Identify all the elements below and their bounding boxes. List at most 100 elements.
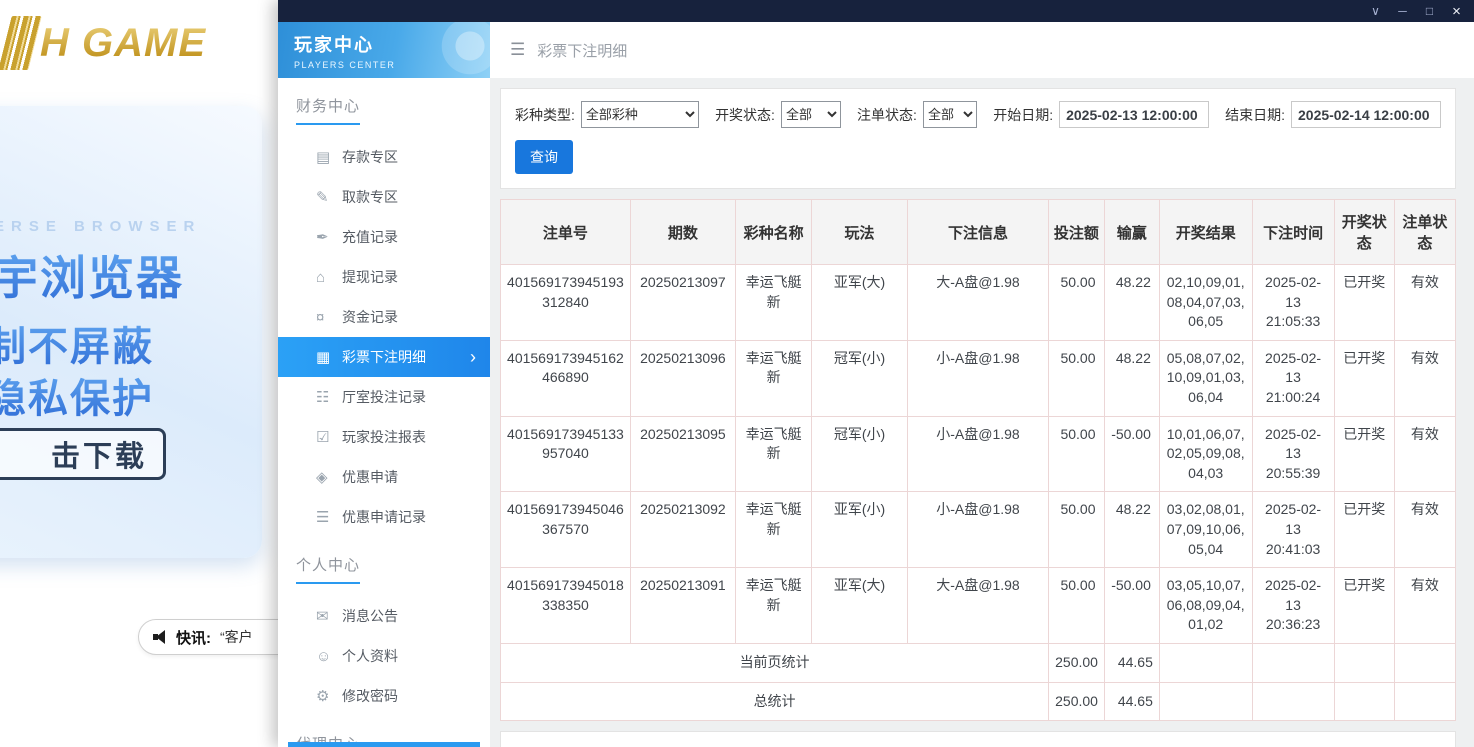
table-cell: 401569173945193312840	[501, 265, 631, 341]
filter-panel: 彩种类型: 全部彩种 开奖状态: 全部 注单状态: 全部 开始日期: 结束日期:…	[500, 88, 1456, 189]
download-button[interactable]: 击下载	[0, 428, 166, 480]
minimize-button[interactable]: ─	[1389, 0, 1416, 22]
chevron-right-icon: ›	[470, 347, 490, 368]
table-cell: 幸运飞艇新	[735, 340, 811, 416]
sidebar-item-label: 取款专区	[342, 187, 398, 207]
recharge-icon: ✒	[316, 228, 342, 246]
draw-status-select[interactable]: 全部	[781, 101, 841, 128]
content-scroll-area: 彩种类型: 全部彩种 开奖状态: 全部 注单状态: 全部 开始日期: 结束日期:…	[490, 78, 1474, 747]
nav-section-heading: 个人中心	[278, 537, 490, 584]
withdraw-pen-icon: ✎	[316, 188, 342, 206]
sidebar-nav: 财务中心▤存款专区✎取款专区✒充值记录⌂提现记录¤资金记录▦彩票下注明细›☷厅室…	[278, 78, 490, 747]
promo-record-icon: ☰	[316, 508, 342, 526]
table-cell: 50.00	[1049, 340, 1104, 416]
sidebar-subtitle: PLAYERS CENTER	[294, 60, 490, 70]
table-cell: 2025-02-13 20:55:39	[1252, 416, 1334, 492]
window-body: 玩家中心 PLAYERS CENTER 财务中心▤存款专区✎取款专区✒充值记录⌂…	[278, 22, 1474, 747]
promo-feature-2: 隐私保护	[0, 366, 154, 424]
sidebar-item-hall-bet-record[interactable]: ☷厅室投注记录	[278, 377, 490, 417]
sidebar-item-withdraw-zone[interactable]: ✎取款专区	[278, 177, 490, 217]
column-header: 期数	[630, 200, 735, 265]
table-cell: 亚军(小)	[812, 492, 908, 568]
sidebar-item-message-board[interactable]: ✉消息公告	[278, 596, 490, 636]
sidebar-header: 玩家中心 PLAYERS CENTER	[278, 22, 490, 78]
table-cell: 401569173945046367570	[501, 492, 631, 568]
sidebar-item-lottery-bet-details[interactable]: ▦彩票下注明细›	[278, 337, 490, 377]
menu-toggle-icon[interactable]: ☰	[510, 40, 525, 60]
promo-icon: ◈	[316, 468, 342, 486]
promo-title: 宇浏览器	[0, 242, 184, 308]
news-ticker: 快讯: “客户	[138, 619, 278, 655]
screen: H GAME ERSE BROWSER 宇浏览器 制不屏蔽 隐私保护 击下载 快…	[0, 0, 1474, 747]
report-icon: ☑	[316, 428, 342, 446]
table-header-row: 注单号期数彩种名称玩法下注信息投注额输赢开奖结果下注时间开奖状态注单状态	[501, 200, 1456, 265]
table-cell: 幸运飞艇新	[735, 568, 811, 644]
column-header: 投注额	[1049, 200, 1104, 265]
pagination-bar: 每页显示20条 共5条 首页 上一页 1 下一页 第 页 跳转	[500, 731, 1456, 747]
sidebar-item-promo-apply[interactable]: ◈优惠申请	[278, 457, 490, 497]
table-cell: 401569173945162466890	[501, 340, 631, 416]
table-cell: 有效	[1394, 492, 1455, 568]
player-center-window: ∨ ─ □ × 玩家中心 PLAYERS CENTER 财务中心▤存款专区✎取款…	[278, 0, 1474, 747]
table-cell: 20250213095	[630, 416, 735, 492]
sidebar-item-recharge-record[interactable]: ✒充值记录	[278, 217, 490, 257]
sidebar-item-label: 个人资料	[342, 646, 398, 666]
summary-empty-cell	[1159, 643, 1252, 682]
table-cell: 2025-02-13 20:36:23	[1252, 568, 1334, 644]
summary-row: 当前页统计250.0044.65	[501, 643, 1456, 682]
table-cell: 401569173945133957040	[501, 416, 631, 492]
summary-winloss-total: 44.65	[1104, 682, 1159, 721]
speaker-icon	[153, 630, 167, 644]
table-cell: 大-A盘@1.98	[907, 265, 1048, 341]
table-row: 40156917394513395704020250213095幸运飞艇新冠军(…	[501, 416, 1456, 492]
start-date-label: 开始日期:	[993, 105, 1053, 125]
end-date-input[interactable]	[1291, 101, 1441, 128]
bet-status-label: 注单状态:	[857, 105, 917, 125]
chevron-down-icon[interactable]: ∨	[1362, 0, 1389, 22]
lottery-type-label: 彩种类型:	[515, 105, 575, 125]
sidebar-item-profile[interactable]: ☺个人资料	[278, 636, 490, 676]
sidebar-item-promo-apply-record[interactable]: ☰优惠申请记录	[278, 497, 490, 537]
summary-row: 总统计250.0044.65	[501, 682, 1456, 721]
table-row: 40156917394519331284020250213097幸运飞艇新亚军(…	[501, 265, 1456, 341]
table-cell: 小-A盘@1.98	[907, 492, 1048, 568]
start-date-input[interactable]	[1059, 101, 1209, 128]
table-cell: 20250213091	[630, 568, 735, 644]
table-cell: -50.00	[1104, 568, 1159, 644]
table-cell: 50.00	[1049, 492, 1104, 568]
sidebar-item-label: 厅室投注记录	[342, 387, 426, 407]
table-cell: 亚军(大)	[812, 265, 908, 341]
logo-text: H GAME	[40, 21, 206, 66]
table-cell: 幸运飞艇新	[735, 265, 811, 341]
column-header: 玩法	[812, 200, 908, 265]
page-title: 彩票下注明细	[537, 40, 627, 61]
close-button[interactable]: ×	[1443, 0, 1470, 22]
table-cell: 48.22	[1104, 340, 1159, 416]
end-date-label: 结束日期:	[1225, 105, 1285, 125]
table-cell: 2025-02-13 21:05:33	[1252, 265, 1334, 341]
column-header: 下注信息	[907, 200, 1048, 265]
sidebar-item-label: 充值记录	[342, 227, 398, 247]
sidebar-item-player-bet-report[interactable]: ☑玩家投注报表	[278, 417, 490, 457]
search-button[interactable]: 查询	[515, 140, 573, 174]
sidebar-item-withdraw-record[interactable]: ⌂提现记录	[278, 257, 490, 297]
maximize-button[interactable]: □	[1416, 0, 1443, 22]
lottery-type-select[interactable]: 全部彩种	[581, 101, 699, 128]
table-cell: 有效	[1394, 568, 1455, 644]
ticker-label: 快讯:	[176, 627, 211, 648]
table-cell: 有效	[1394, 416, 1455, 492]
sidebar-item-change-password[interactable]: ⚙修改密码	[278, 676, 490, 716]
content-topbar: ☰ 彩票下注明细	[490, 22, 1474, 78]
table-cell: 幸运飞艇新	[735, 416, 811, 492]
gear-icon: ⚙	[316, 687, 342, 705]
table-cell: 03,02,08,01,07,09,10,06,05,04	[1159, 492, 1252, 568]
table-cell: 已开奖	[1334, 265, 1394, 341]
sidebar-item-funds-record[interactable]: ¤资金记录	[278, 297, 490, 337]
table-cell: 有效	[1394, 340, 1455, 416]
sidebar-item-deposit-zone[interactable]: ▤存款专区	[278, 137, 490, 177]
summary-bet-total: 250.00	[1049, 682, 1104, 721]
sidebar-item-label: 彩票下注明细	[342, 347, 426, 367]
table-cell: 50.00	[1049, 416, 1104, 492]
column-header: 下注时间	[1252, 200, 1334, 265]
bet-status-select[interactable]: 全部	[923, 101, 977, 128]
